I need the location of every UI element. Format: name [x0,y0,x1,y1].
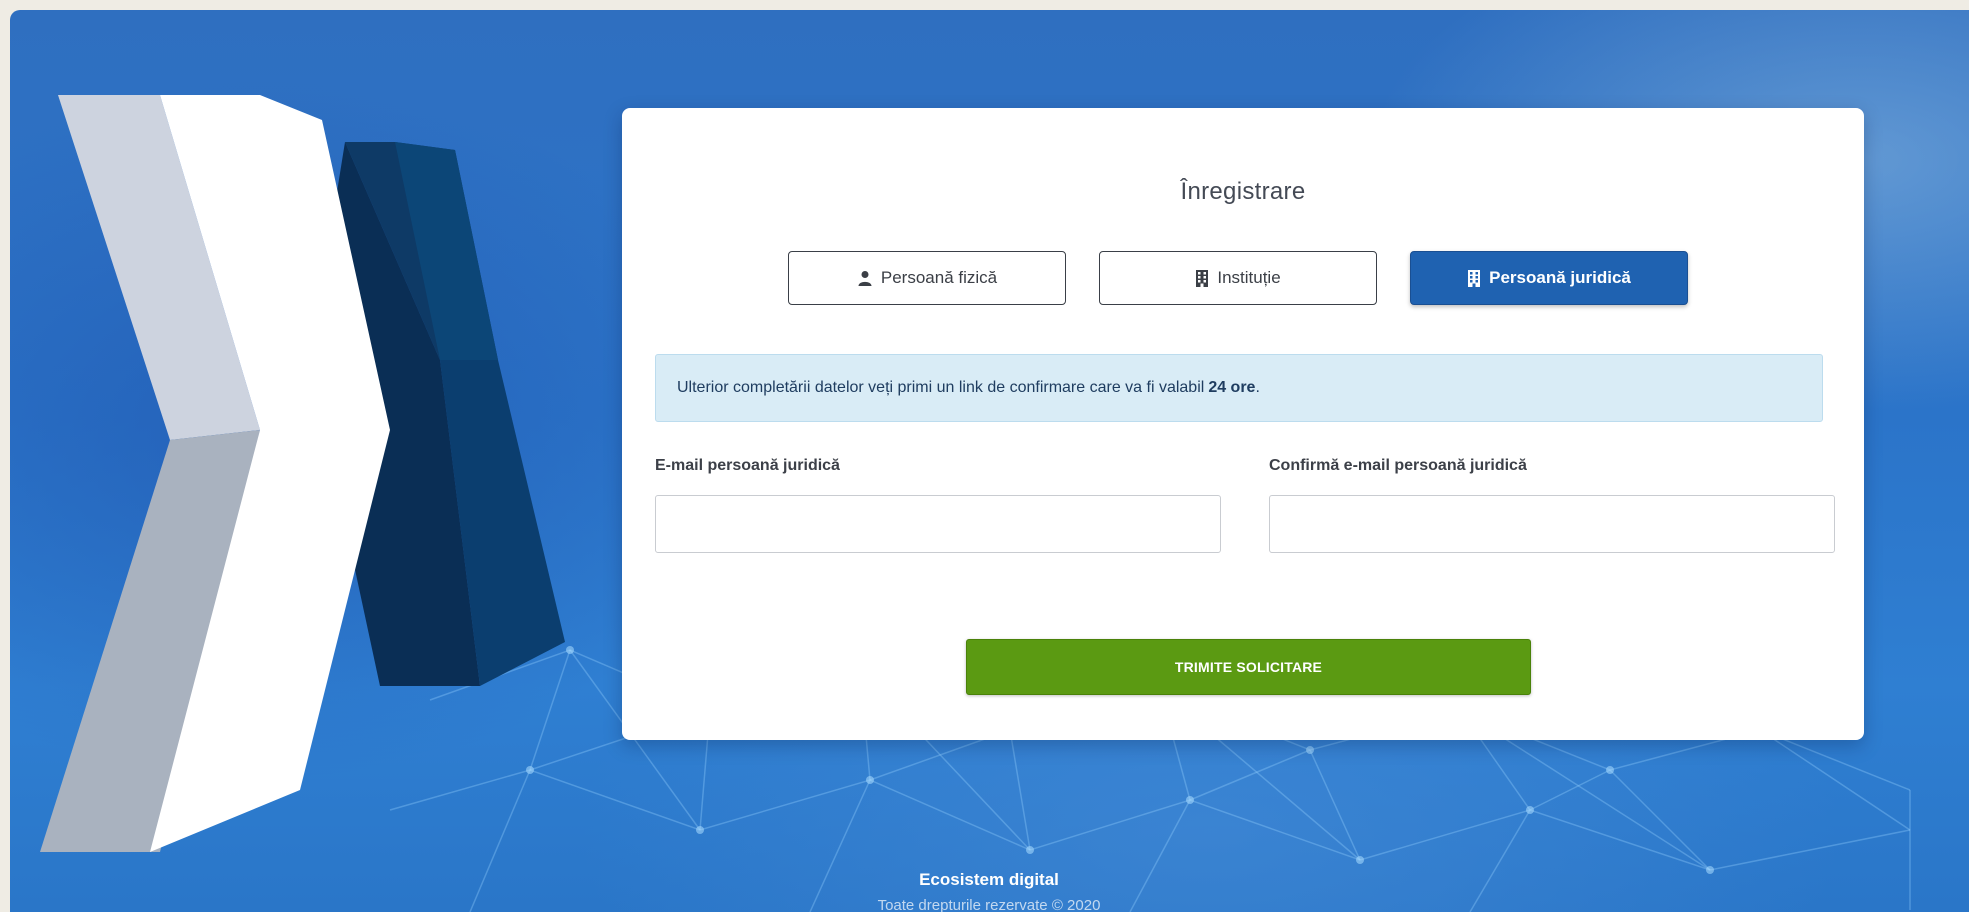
submit-button[interactable]: TRIMITE SOLICITARE [966,639,1531,695]
building-icon [1196,269,1209,287]
info-alert: Ulterior completării datelor veți primi … [655,354,1823,422]
ecosystem-logo [40,95,565,852]
footer-copyright: Toate drepturile rezervate © 2020 [877,897,1101,912]
email-input[interactable] [655,495,1221,553]
footer-title: Ecosistem digital [919,870,1059,889]
info-suffix: . [1255,379,1260,396]
tab-persoana-juridica[interactable]: Persoană juridică [1410,251,1688,305]
tab-label: Instituție [1217,268,1281,287]
user-icon [858,271,872,286]
tab-institutie[interactable]: Instituție [1099,251,1377,305]
background: Înregistrare Persoană fizică Instituție [10,10,1969,912]
tab-label: Persoană juridică [1489,268,1631,287]
registration-card: Înregistrare Persoană fizică Instituție [622,108,1864,740]
tab-persoana-fizica[interactable]: Persoană fizică [788,251,1066,305]
email-label: E-mail persoană juridică [655,457,840,474]
page-title: Înregistrare [1180,178,1306,205]
building-icon [1468,269,1481,287]
tab-label: Persoană fizică [880,268,998,287]
confirm-email-input[interactable] [1269,495,1835,553]
info-highlight: 24 ore [1208,379,1256,396]
confirm-email-label: Confirmă e-mail persoană juridică [1269,457,1527,474]
info-text: Ulterior completării datelor veți primi … [677,379,1205,396]
